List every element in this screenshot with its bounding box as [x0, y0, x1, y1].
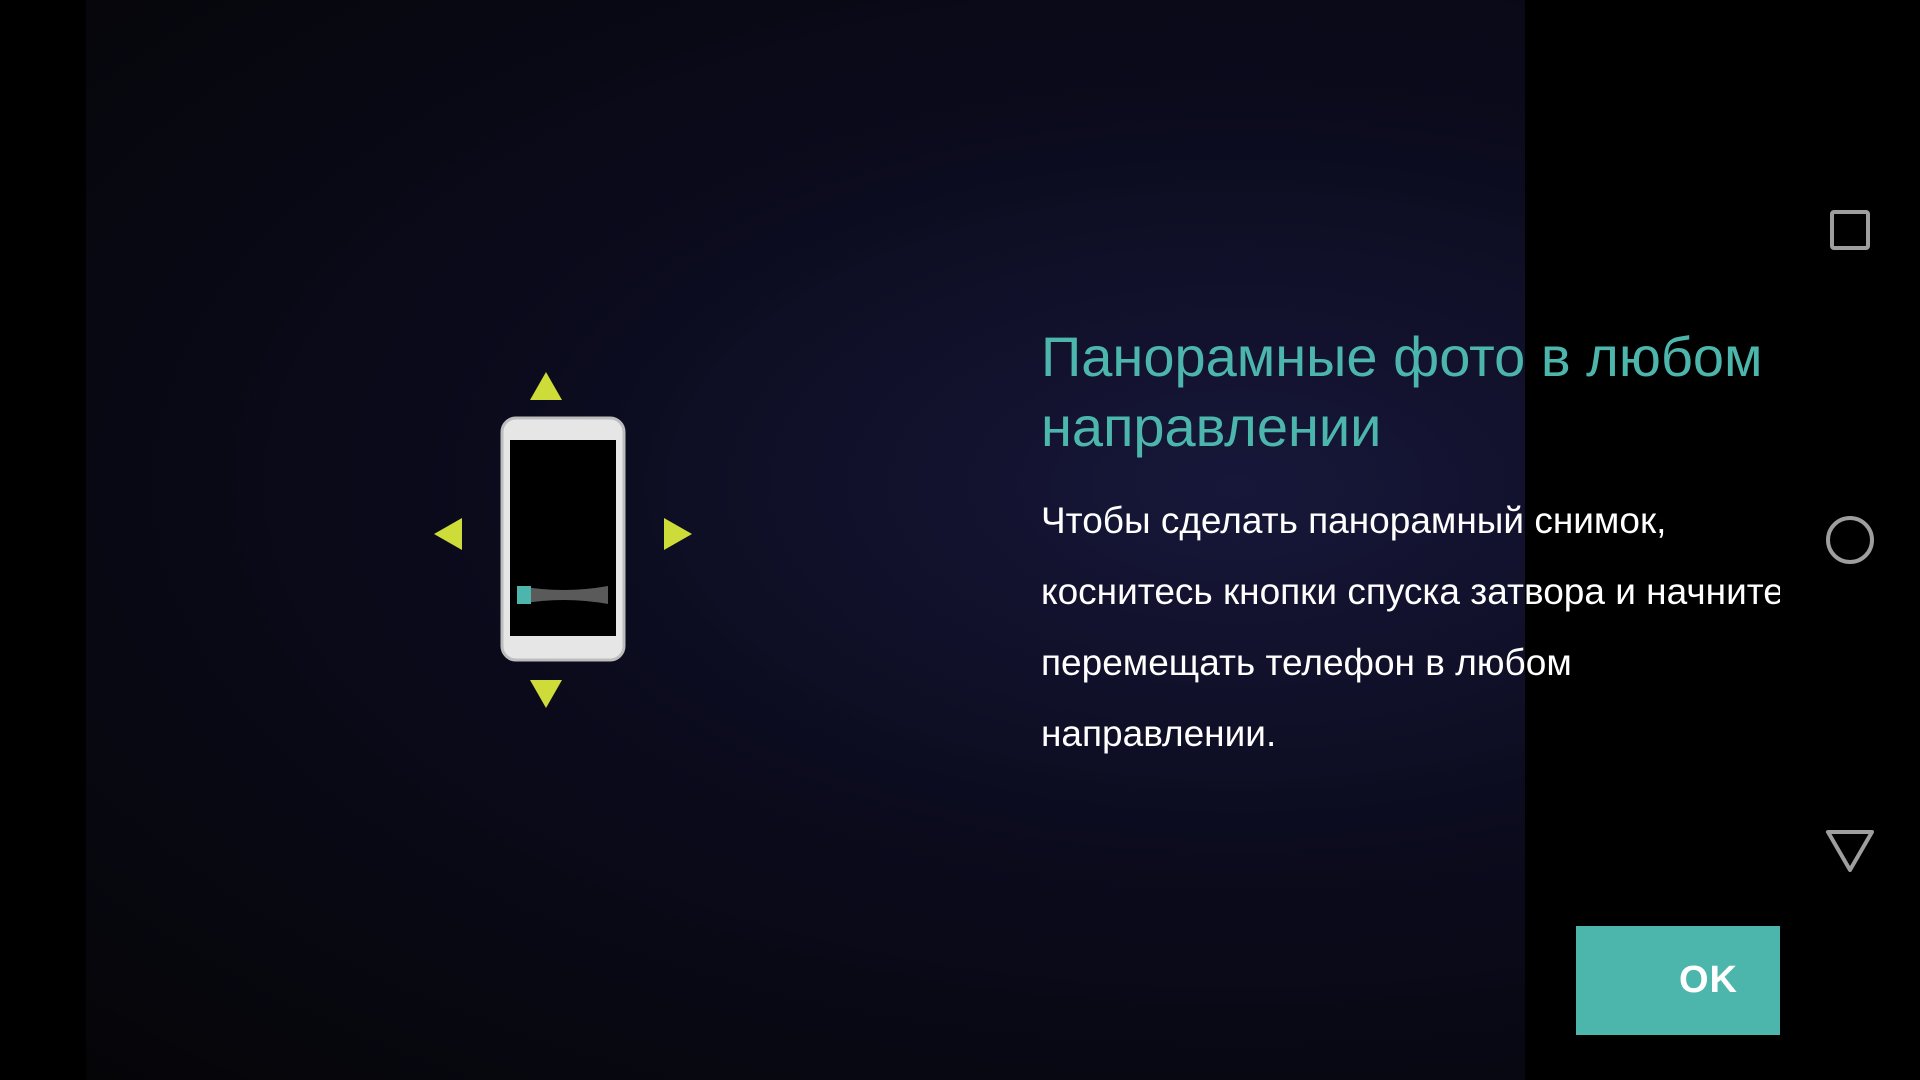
tutorial-title: Панорамные фото в любом направлении: [1041, 325, 1763, 458]
home-icon: [1826, 516, 1874, 564]
recents-button[interactable]: [1780, 160, 1920, 300]
tutorial-body: Чтобы сделать панорамный снимок, косните…: [1041, 500, 1784, 754]
left-letterbox: [0, 0, 86, 1080]
arrow-down-icon: [530, 680, 562, 708]
camera-screen: Панорамные фото в любом направлении Чтоб…: [0, 0, 1920, 1080]
arrow-right-icon: [664, 518, 692, 550]
panorama-tutorial: Панорамные фото в любом направлении Чтоб…: [86, 0, 1841, 1080]
arrow-left-icon: [434, 518, 462, 550]
back-button[interactable]: [1780, 780, 1920, 920]
panorama-illustration: [346, 320, 746, 760]
phone-screen: [510, 440, 616, 636]
home-button[interactable]: [1780, 470, 1920, 610]
arrow-up-icon: [530, 372, 562, 400]
navigation-bar: [1780, 0, 1920, 1080]
back-icon: [1826, 830, 1874, 872]
panorama-illustration-graphic: [434, 372, 692, 708]
recents-icon: [1830, 210, 1870, 250]
panorama-progress: [517, 586, 531, 604]
